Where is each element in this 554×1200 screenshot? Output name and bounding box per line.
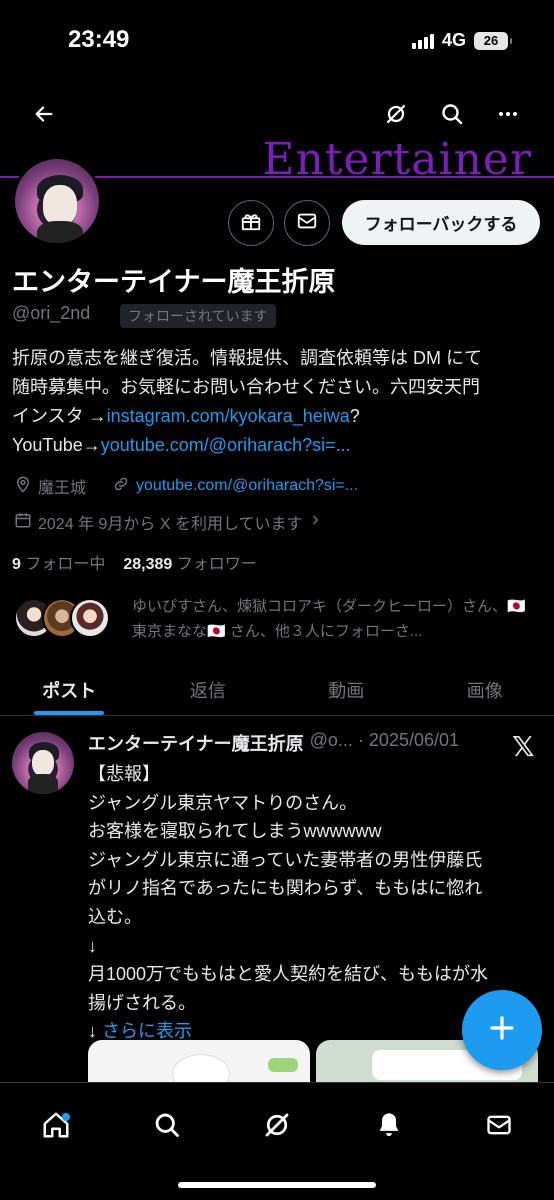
x-logo-icon: 𝕏 <box>512 730 535 763</box>
follows-you-badge: フォローされています <box>120 304 276 328</box>
tab-posts[interactable]: ポスト <box>0 664 139 715</box>
profile-bio: 折原の意志を継ぎ復活。情報提供、調査依頼等は DM にて 随時募集中。お気軽にお… <box>12 344 542 460</box>
nav-notifications[interactable] <box>365 1103 413 1151</box>
website-link[interactable]: youtube.com/@oriharach?si=... <box>136 477 358 495</box>
follow-stats: 9 フォロー中 28,389 フォロワー <box>12 550 257 574</box>
compose-icon <box>487 1013 517 1048</box>
search-icon <box>153 1111 181 1144</box>
battery-icon: 26 <box>474 31 512 50</box>
post-line: 込む。 <box>88 906 142 927</box>
home-indicator[interactable] <box>178 1182 376 1188</box>
calendar-icon <box>14 511 32 534</box>
bio-line: YouTube→youtube.com/@oriharach?si=... <box>12 431 542 460</box>
compose-button[interactable] <box>462 990 542 1070</box>
post-line: ジャングル東京ヤマトりのさん。 <box>88 792 358 813</box>
bio-text: ? <box>349 406 360 426</box>
post-line: ↓ <box>88 935 97 956</box>
nav-messages[interactable] <box>475 1103 523 1151</box>
post-line: がリノ指名であったにも関わらず、ももはに惚れ <box>88 878 483 899</box>
back-arrow-icon[interactable] <box>24 94 64 134</box>
grok-icon <box>262 1110 292 1145</box>
post-text[interactable]: 【悲報】 ジャングル東京ヤマトりのさん。 お客様を寝取られてしまうwwwwww … <box>88 760 538 1046</box>
post-line: ジャングル東京に通っていた妻帯者の男性伊藤氏 <box>88 849 483 870</box>
location-text: 魔王城 <box>38 480 87 497</box>
nav-home[interactable] <box>32 1103 80 1151</box>
followers-stat[interactable]: 28,389 フォロワー <box>123 550 256 574</box>
following-count: 9 <box>12 556 21 573</box>
post-line: 月1000万でももはと愛人契約を結び、ももはが水 <box>88 964 489 985</box>
grok-icon[interactable] <box>376 94 416 134</box>
following-stat[interactable]: 9 フォロー中 <box>12 550 105 574</box>
message-button[interactable] <box>284 200 330 246</box>
followers-label: フォロワー <box>176 556 257 573</box>
post-handle-date: @o... · 2025/06/01 <box>309 730 460 750</box>
post-avatar[interactable] <box>12 732 74 794</box>
bio-line: 随時募集中。お気軽にお問い合わせください。六四安天門 <box>12 377 480 397</box>
tab-images[interactable]: 画像 <box>416 664 554 715</box>
profile-meta: 魔王城 youtube.com/@oriharach?si=... <box>14 474 358 498</box>
bio-line: 折原の意志を継ぎ復活。情報提供、調査依頼等は DM にて <box>12 348 482 368</box>
bio-text: インスタ → <box>12 406 107 426</box>
post-header: エンターテイナー魔王折原 @o... · 2025/06/01 <box>88 730 508 756</box>
followed-by-text[interactable]: ゆいぴすさん、煉獄コロアキ（ダークヒーロー）さん、🇯🇵 東京まなな🇯🇵 さん、他… <box>132 594 532 644</box>
mail-icon <box>296 210 318 237</box>
following-label: フォロー中 <box>25 556 106 573</box>
followers-count: 28,389 <box>123 556 173 573</box>
avatar <box>70 598 110 638</box>
mail-icon <box>485 1111 513 1144</box>
gift-button[interactable] <box>228 200 274 246</box>
post-line: 【悲報】 <box>88 764 160 784</box>
post-line: お客様を寝取られてしまうwwwwww <box>88 821 382 842</box>
post-image-1[interactable] <box>88 1040 310 1086</box>
gift-icon <box>240 210 262 237</box>
signal-icon <box>411 33 434 49</box>
nav-search[interactable] <box>143 1103 191 1151</box>
tab-videos[interactable]: 動画 <box>277 664 416 715</box>
network-type: 4G <box>441 30 466 50</box>
bell-icon <box>375 1111 403 1144</box>
profile-handle: @ori_2nd <box>12 303 91 323</box>
link-icon <box>112 475 130 498</box>
more-prefix: ↓ <box>88 1021 103 1042</box>
bio-text: YouTube→ <box>12 435 101 455</box>
chevron-right-icon <box>308 513 322 532</box>
battery-level: 26 <box>483 33 499 48</box>
followback-button[interactable]: フォローバックする <box>342 200 540 245</box>
youtube-link[interactable]: youtube.com/@oriharach?si=... <box>101 435 351 455</box>
status-indicators: 4G 26 <box>411 30 512 51</box>
nav-grok[interactable] <box>253 1103 301 1151</box>
profile-avatar[interactable] <box>12 156 102 246</box>
instagram-link[interactable]: instagram.com/kyokara_heiwa <box>107 406 350 426</box>
status-time: 23:49 <box>68 26 130 53</box>
notification-dot <box>62 1113 70 1121</box>
show-more-link[interactable]: さらに表示 <box>102 1021 192 1041</box>
tab-replies[interactable]: 返信 <box>139 664 278 715</box>
post-author-name[interactable]: エンターテイナー魔王折原 <box>88 730 304 756</box>
bio-line: インスタ →instagram.com/kyokara_heiwa? <box>12 402 542 431</box>
followed-by-avatars[interactable] <box>14 598 110 638</box>
profile-name: エンターテイナー魔王折原 <box>12 267 336 297</box>
joined-text: 2024 年 9月から X を利用しています <box>38 516 303 533</box>
search-icon[interactable] <box>432 94 472 134</box>
profile-tabs: ポスト 返信 動画 画像 <box>0 664 554 716</box>
more-icon[interactable] <box>488 94 528 134</box>
location-icon <box>14 475 32 498</box>
joined-row[interactable]: 2024 年 9月から X を利用しています <box>14 510 322 534</box>
